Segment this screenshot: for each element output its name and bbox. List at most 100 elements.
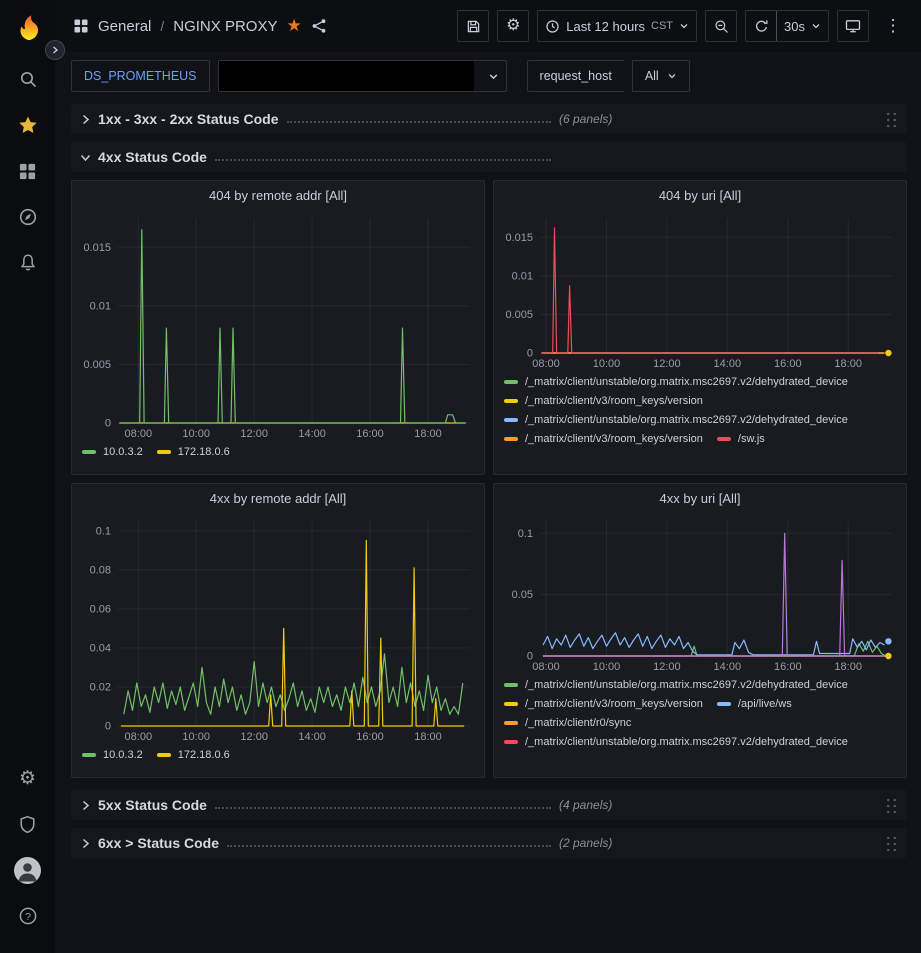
- legend-item[interactable]: /sw.js: [717, 433, 765, 445]
- svg-text:12:00: 12:00: [653, 661, 681, 673]
- svg-text:12:00: 12:00: [653, 358, 681, 370]
- chevron-right-icon: [81, 800, 90, 811]
- svg-text:18:00: 18:00: [834, 358, 862, 370]
- refresh-button[interactable]: [745, 10, 777, 42]
- favorite-star-icon[interactable]: ★: [286, 16, 301, 36]
- svg-text:08:00: 08:00: [532, 358, 560, 370]
- server-admin-shield-icon[interactable]: [8, 803, 48, 845]
- svg-text:18:00: 18:00: [414, 428, 442, 440]
- dashboard-row-5xx[interactable]: 5xx Status Code (4 panels): [71, 790, 907, 820]
- kebab-menu-icon[interactable]: ⋮: [877, 10, 909, 42]
- row-title: 5xx Status Code: [98, 797, 207, 813]
- grafana-logo[interactable]: [13, 12, 43, 42]
- svg-text:0.1: 0.1: [518, 528, 533, 540]
- panel-title[interactable]: 4xx by remote addr [All]: [72, 484, 484, 512]
- request-host-value-select[interactable]: All: [632, 60, 690, 92]
- legend-item[interactable]: 172.18.0.6: [157, 749, 230, 761]
- panel-title[interactable]: 404 by remote addr [All]: [72, 181, 484, 209]
- svg-text:0.015: 0.015: [505, 232, 533, 244]
- starred-dashboards-icon[interactable]: [8, 104, 48, 146]
- time-range-label: Last 12 hours: [566, 19, 645, 34]
- svg-text:16:00: 16:00: [774, 661, 802, 673]
- panels-grid: 404 by remote addr [All] 00.0050.010.015…: [71, 180, 907, 778]
- panel-404-by-remote-addr: 404 by remote addr [All] 00.0050.010.015…: [71, 180, 485, 475]
- legend-item[interactable]: /_matrix/client/v3/room_keys/version: [504, 433, 703, 445]
- svg-text:0.05: 0.05: [512, 589, 533, 601]
- svg-text:18:00: 18:00: [414, 731, 442, 743]
- drag-handle-icon[interactable]: [884, 110, 897, 129]
- apps-grid-icon: [73, 18, 89, 34]
- legend-item[interactable]: /_matrix/client/unstable/org.matrix.msc2…: [504, 736, 848, 748]
- drag-handle-icon[interactable]: [884, 834, 897, 853]
- chart-legend: 10.0.3.2 172.18.0.6: [72, 443, 484, 474]
- chart-legend: /_matrix/client/unstable/org.matrix.msc2…: [494, 676, 906, 777]
- variable-ds-prometheus[interactable]: DS_PROMETHEUS: [71, 60, 210, 92]
- panel-title[interactable]: 404 by uri [All]: [494, 181, 906, 209]
- top-navbar: General / NGINX PROXY ★ ⚙ Last 12 hours …: [55, 0, 921, 52]
- svg-text:0: 0: [105, 721, 111, 733]
- legend-item[interactable]: 10.0.3.2: [82, 446, 143, 458]
- legend-item[interactable]: /_matrix/client/v3/room_keys/version: [504, 698, 703, 710]
- svg-text:0.04: 0.04: [90, 642, 111, 654]
- legend-item[interactable]: 172.18.0.6: [157, 446, 230, 458]
- host-variable-select[interactable]: [218, 60, 507, 92]
- dashboards-grid-icon[interactable]: [8, 150, 48, 192]
- svg-text:0.005: 0.005: [505, 309, 533, 321]
- time-series-chart[interactable]: 00.0050.010.01508:0010:0012:0014:0016:00…: [494, 209, 906, 373]
- panel-title[interactable]: 4xx by uri [All]: [494, 484, 906, 512]
- dashboard-row-6xx[interactable]: 6xx > Status Code (2 panels): [71, 828, 907, 858]
- refresh-interval-select[interactable]: 30s: [776, 10, 829, 42]
- legend-item[interactable]: /_matrix/client/unstable/org.matrix.msc2…: [504, 376, 848, 388]
- alerting-bell-icon[interactable]: [8, 242, 48, 284]
- dashboard-settings-button[interactable]: ⚙: [497, 10, 529, 42]
- share-icon[interactable]: [311, 18, 327, 34]
- configuration-gear-icon[interactable]: ⚙: [8, 757, 48, 799]
- row-panel-count: (2 panels): [559, 836, 612, 850]
- chart-legend: 10.0.3.2 172.18.0.6: [72, 746, 484, 777]
- dashboard-row-1xx-3xx-2xx[interactable]: 1xx - 3xx - 2xx Status Code (6 panels): [71, 104, 907, 134]
- row-panel-count: (4 panels): [559, 798, 612, 812]
- time-series-chart[interactable]: 00.020.040.060.080.108:0010:0012:0014:00…: [72, 512, 484, 746]
- chart-svg: 00.020.040.060.080.108:0010:0012:0014:00…: [72, 512, 484, 746]
- legend-item[interactable]: /_matrix/client/r0/sync: [504, 717, 631, 729]
- time-series-chart[interactable]: 00.050.108:0010:0012:0014:0016:0018:00: [494, 512, 906, 676]
- chart-svg: 00.0050.010.01508:0010:0012:0014:0016:00…: [72, 209, 484, 443]
- timezone-label: CST: [651, 20, 673, 32]
- chart-legend: /_matrix/client/unstable/org.matrix.msc2…: [494, 373, 906, 474]
- svg-text:0.01: 0.01: [512, 270, 533, 282]
- legend-item[interactable]: /api/live/ws: [717, 698, 792, 710]
- legend-item[interactable]: /_matrix/client/unstable/org.matrix.msc2…: [504, 679, 848, 691]
- drag-handle-icon[interactable]: [884, 796, 897, 815]
- host-variable-value: [219, 61, 474, 91]
- user-avatar[interactable]: [8, 849, 48, 891]
- breadcrumb-title[interactable]: NGINX PROXY: [173, 18, 277, 35]
- chevron-down-icon: [80, 153, 91, 162]
- chevron-down-icon: [811, 21, 821, 31]
- breadcrumb-separator: /: [160, 18, 164, 34]
- grafana-app: ⚙ ? General / NGINX PROXY ★: [0, 0, 921, 953]
- panel-404-by-uri: 404 by uri [All] 00.0050.010.01508:0010:…: [493, 180, 907, 475]
- dashboard-row-4xx[interactable]: 4xx Status Code: [71, 142, 907, 172]
- svg-text:16:00: 16:00: [356, 428, 384, 440]
- variable-request-host-label: request_host: [527, 60, 624, 92]
- zoom-out-button[interactable]: [705, 10, 737, 42]
- chart-svg: 00.050.108:0010:0012:0014:0016:0018:00: [494, 512, 906, 676]
- row-panel-count: (6 panels): [559, 112, 612, 126]
- sidebar-expand-button[interactable]: [45, 40, 65, 60]
- breadcrumb: General / NGINX PROXY ★: [73, 16, 327, 36]
- help-icon[interactable]: ?: [8, 895, 48, 937]
- search-icon[interactable]: [8, 58, 48, 100]
- cycle-view-monitor-button[interactable]: [837, 10, 869, 42]
- explore-compass-icon[interactable]: [8, 196, 48, 238]
- time-range-picker[interactable]: Last 12 hours CST: [537, 10, 697, 42]
- row-dots: [227, 845, 551, 847]
- legend-item[interactable]: /_matrix/client/v3/room_keys/version: [504, 395, 703, 407]
- save-dashboard-button[interactable]: [457, 10, 489, 42]
- chart-svg: 00.0050.010.01508:0010:0012:0014:0016:00…: [494, 209, 906, 373]
- legend-item[interactable]: /_matrix/client/unstable/org.matrix.msc2…: [504, 414, 848, 426]
- legend-item[interactable]: 10.0.3.2: [82, 749, 143, 761]
- svg-text:10:00: 10:00: [182, 428, 210, 440]
- time-series-chart[interactable]: 00.0050.010.01508:0010:0012:0014:0016:00…: [72, 209, 484, 443]
- row-dots: [215, 807, 551, 809]
- breadcrumb-section[interactable]: General: [98, 18, 151, 35]
